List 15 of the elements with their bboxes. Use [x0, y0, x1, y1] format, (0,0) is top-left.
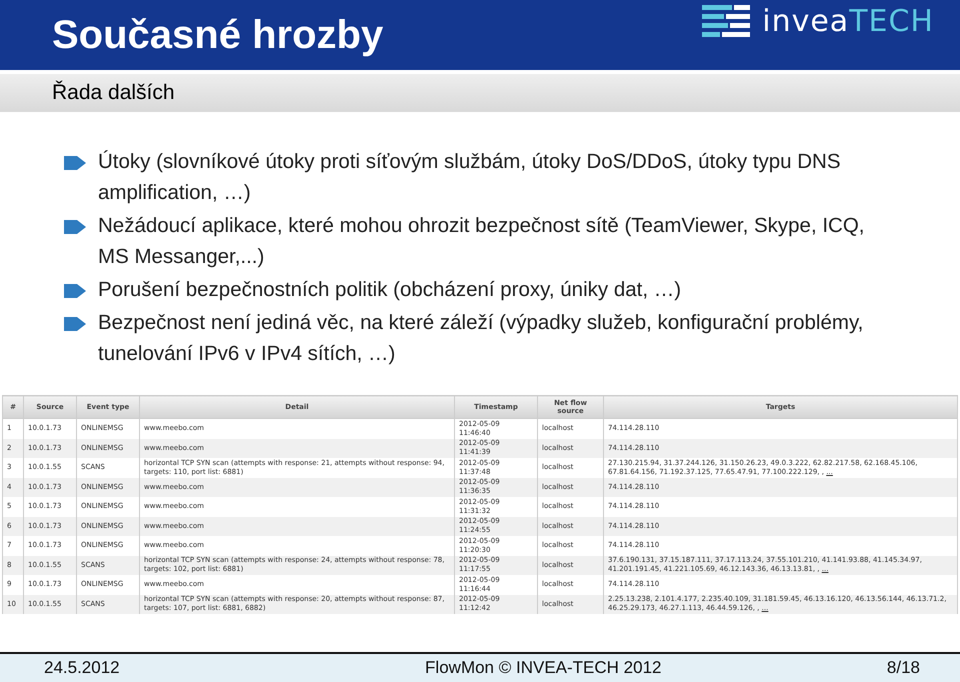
slide-title: Současné hrozby [52, 12, 384, 58]
arrow-bullet-icon [64, 317, 86, 331]
subtitle: Řada dalších [52, 81, 175, 105]
bullet-text: Nežádoucí aplikace, které mohou ohrozit bezpečnost sítě (TeamViewer, Skype, ICQ, MS Messanger,...) [98, 213, 866, 270]
footer-text: FlowMon © INVEA-TECH 2012 [425, 658, 662, 678]
bullet-text: Bezpečnost není jediná věc, na které záleží (výpadky služeb, konfigurační problémy, tunelování IPv6 v IPv4 sítích, …) [98, 310, 864, 367]
arrow-bullet-icon [64, 220, 86, 234]
logo-icon [702, 5, 750, 37]
bullet-text: Porušení bezpečnostních politik (obcházení proxy, úniky dat, …) [98, 277, 682, 303]
page-number: 8/18 [886, 658, 920, 678]
arrow-bullet-icon [64, 156, 86, 170]
logo-text: inveaTECH [762, 4, 934, 38]
footer-date: 24.5.2012 [44, 658, 120, 678]
arrow-bullet-icon [64, 284, 86, 298]
bullet-text: Útoky (slovníkové útoky proti síťovým službám, útoky DoS/DDoS, útoky typu DNS amplification, …) [98, 149, 842, 206]
